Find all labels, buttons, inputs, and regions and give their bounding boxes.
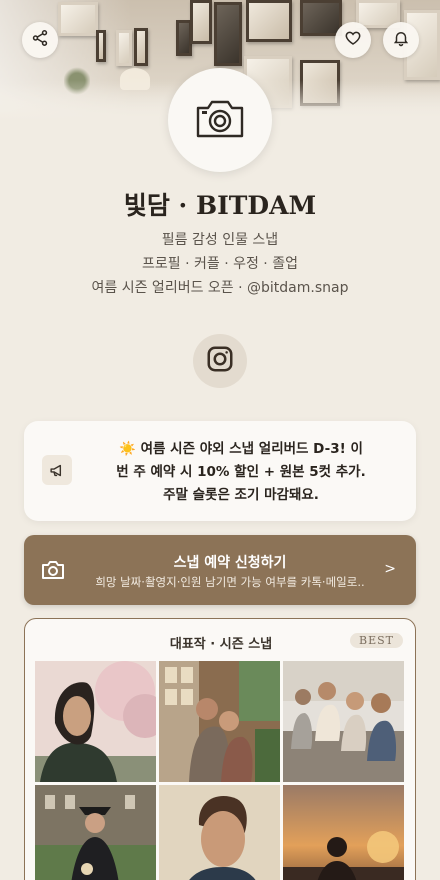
camera-icon [194, 96, 246, 144]
instagram-icon [205, 344, 235, 378]
share-button[interactable] [22, 22, 58, 58]
best-badge: BEST [350, 633, 403, 648]
notice-line-1: ☀️ 여름 시즌 야외 스냅 얼리버드 D-3! 이 [119, 441, 363, 457]
notification-button[interactable] [383, 22, 419, 58]
instagram-link[interactable] [193, 334, 247, 388]
bell-icon [392, 29, 410, 51]
notice-line-3: 주말 슬롯은 조기 마감돼요. [163, 487, 319, 503]
profile-avatar [168, 68, 272, 172]
profile-name: 빛담 · BITDAM [123, 191, 317, 220]
camera-icon [41, 559, 65, 585]
profile-categories: 프로필 · 커플 · 우정 · 졸업 [142, 256, 298, 272]
portfolio-gallery: 대표작 · 시즌 스냅 BEST [24, 618, 416, 880]
gallery-photo-couple-balcony[interactable] [159, 661, 280, 782]
gallery-photo-graduate[interactable] [35, 785, 156, 880]
gallery-photo-friends-sofa[interactable] [283, 661, 404, 782]
gallery-photo-portrait-man[interactable] [159, 785, 280, 880]
share-icon [31, 29, 49, 51]
notice-card: ☀️ 여름 시즌 야외 스냅 얼리버드 D-3! 이 번 주 예약 시 10% … [24, 421, 416, 521]
megaphone-icon [42, 455, 72, 485]
chevron-right-icon: > [384, 561, 396, 577]
profile-promo-line: 여름 시즌 얼리버드 오픈 · @bitdam.snap [91, 280, 349, 296]
booking-subtitle: 희망 날짜·촬영지·인원 남기면 가능 여부를 카톡·메일로.. [95, 575, 365, 589]
gallery-photo-sunset-silhouette[interactable] [283, 785, 404, 880]
booking-title: 스냅 예약 신청하기 [173, 555, 287, 571]
like-button[interactable] [335, 22, 371, 58]
gallery-photo-portrait-woman[interactable] [35, 661, 156, 782]
notice-line-2: 번 주 예약 시 10% 할인 + 원본 5컷 추가. [116, 464, 366, 480]
booking-request-button[interactable]: 스냅 예약 신청하기 희망 날짜·촬영지·인원 남기면 가능 여부를 카톡·메일… [24, 535, 416, 605]
profile-tagline: 필름 감성 인물 스냅 [161, 232, 279, 248]
heart-icon [344, 29, 362, 51]
